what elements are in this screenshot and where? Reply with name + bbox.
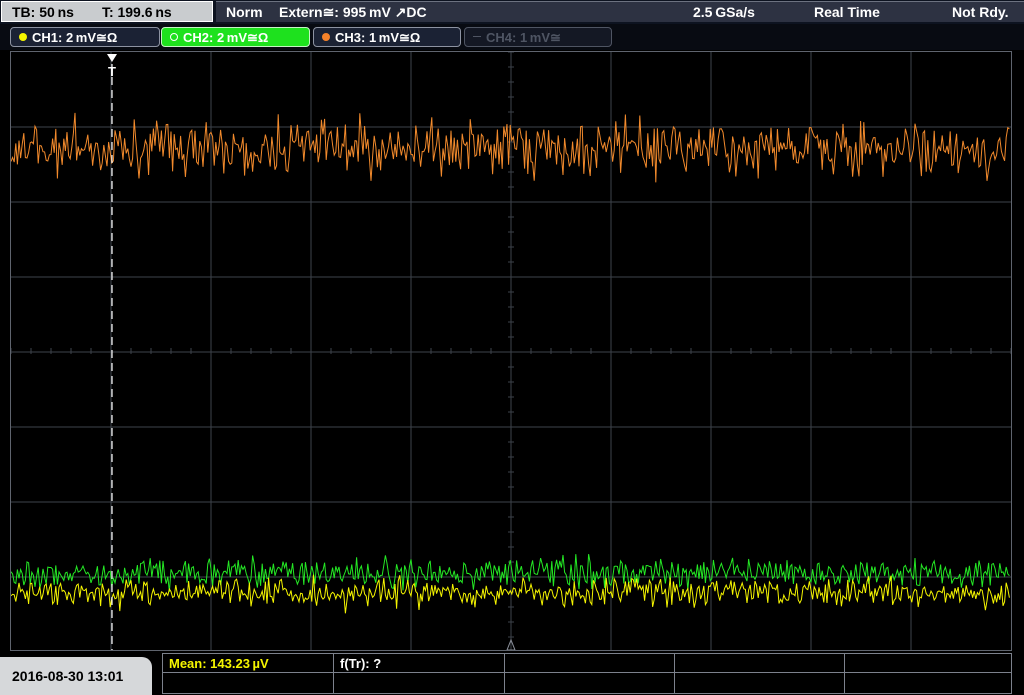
channel-3-button[interactable]: CH3: 1 mV≅Ω <box>313 27 461 47</box>
trigger-source: Extern≅: 995 mV ↗DC <box>279 4 427 20</box>
rise-frequency-measurement[interactable]: f(Tr): ? <box>334 654 505 673</box>
trigger-panel[interactable]: Norm Extern≅: 995 mV ↗DC 2.5 GSa/s Real … <box>216 1 1024 22</box>
channel-1-indicator-icon <box>19 33 27 41</box>
channel-2-label: CH2: 2 mV≅Ω <box>183 30 269 45</box>
channel-2-indicator-icon <box>170 33 178 41</box>
waveform-canvas: T <box>11 52 1011 650</box>
channel-3-indicator-icon <box>322 33 330 41</box>
trigger-label: T <box>108 64 116 79</box>
date-time: 2016-08-30 13:01 <box>0 657 152 695</box>
status-bar: TB: 50 ns T: 199.6 ns Norm Extern≅: 995 m… <box>0 0 1024 24</box>
measurement-panel[interactable]: Mean: 143.23 µV f(Tr): ? <box>162 653 1012 694</box>
timebase-readout: TB: 50 ns <box>12 4 74 20</box>
measurement-slot-3[interactable] <box>505 654 675 673</box>
measurement-slot-7[interactable] <box>334 673 505 693</box>
sample-rate: 2.5 GSa/s <box>693 4 755 20</box>
waveform-display[interactable]: T <box>10 51 1012 651</box>
measurement-slot-10[interactable] <box>845 673 1011 693</box>
trigger-mode: Norm <box>226 4 263 20</box>
channel-4-label: CH4: 1 mV≅ <box>486 30 561 45</box>
measurement-slot-6[interactable] <box>163 673 334 693</box>
channel-1-button[interactable]: CH1: 2 mV≅Ω <box>10 27 160 47</box>
measurement-slot-9[interactable] <box>675 673 845 693</box>
footer: 2016-08-30 13:01 Mean: 143.23 µV f(Tr): … <box>0 651 1024 695</box>
channel-bar: CH1: 2 mV≅Ω CH2: 2 mV≅Ω CH3: 1 mV≅Ω CH4:… <box>0 24 1024 50</box>
measurement-slot-4[interactable] <box>675 654 845 673</box>
channel-4-button[interactable]: CH4: 1 mV≅ <box>464 27 612 47</box>
acquisition-status: Not Rdy. <box>952 4 1009 20</box>
trigger-time-readout: T: 199.6 ns <box>101 4 172 20</box>
channel-1-label: CH1: 2 mV≅Ω <box>32 30 118 45</box>
measurement-slot-5[interactable] <box>845 654 1011 673</box>
mean-measurement[interactable]: Mean: 143.23 µV <box>163 654 334 673</box>
acquisition-mode: Real Time <box>814 4 880 20</box>
channel-2-button[interactable]: CH2: 2 mV≅Ω <box>161 27 310 47</box>
channel-3-label: CH3: 1 mV≅Ω <box>335 30 421 45</box>
trigger-position-marker-icon[interactable] <box>107 54 117 62</box>
channel-2-waveform <box>11 554 1010 592</box>
measurement-slot-8[interactable] <box>505 673 675 693</box>
timebase-panel[interactable]: TB: 50 ns T: 199.6 ns <box>1 1 213 22</box>
channel-4-indicator-icon <box>473 36 481 39</box>
